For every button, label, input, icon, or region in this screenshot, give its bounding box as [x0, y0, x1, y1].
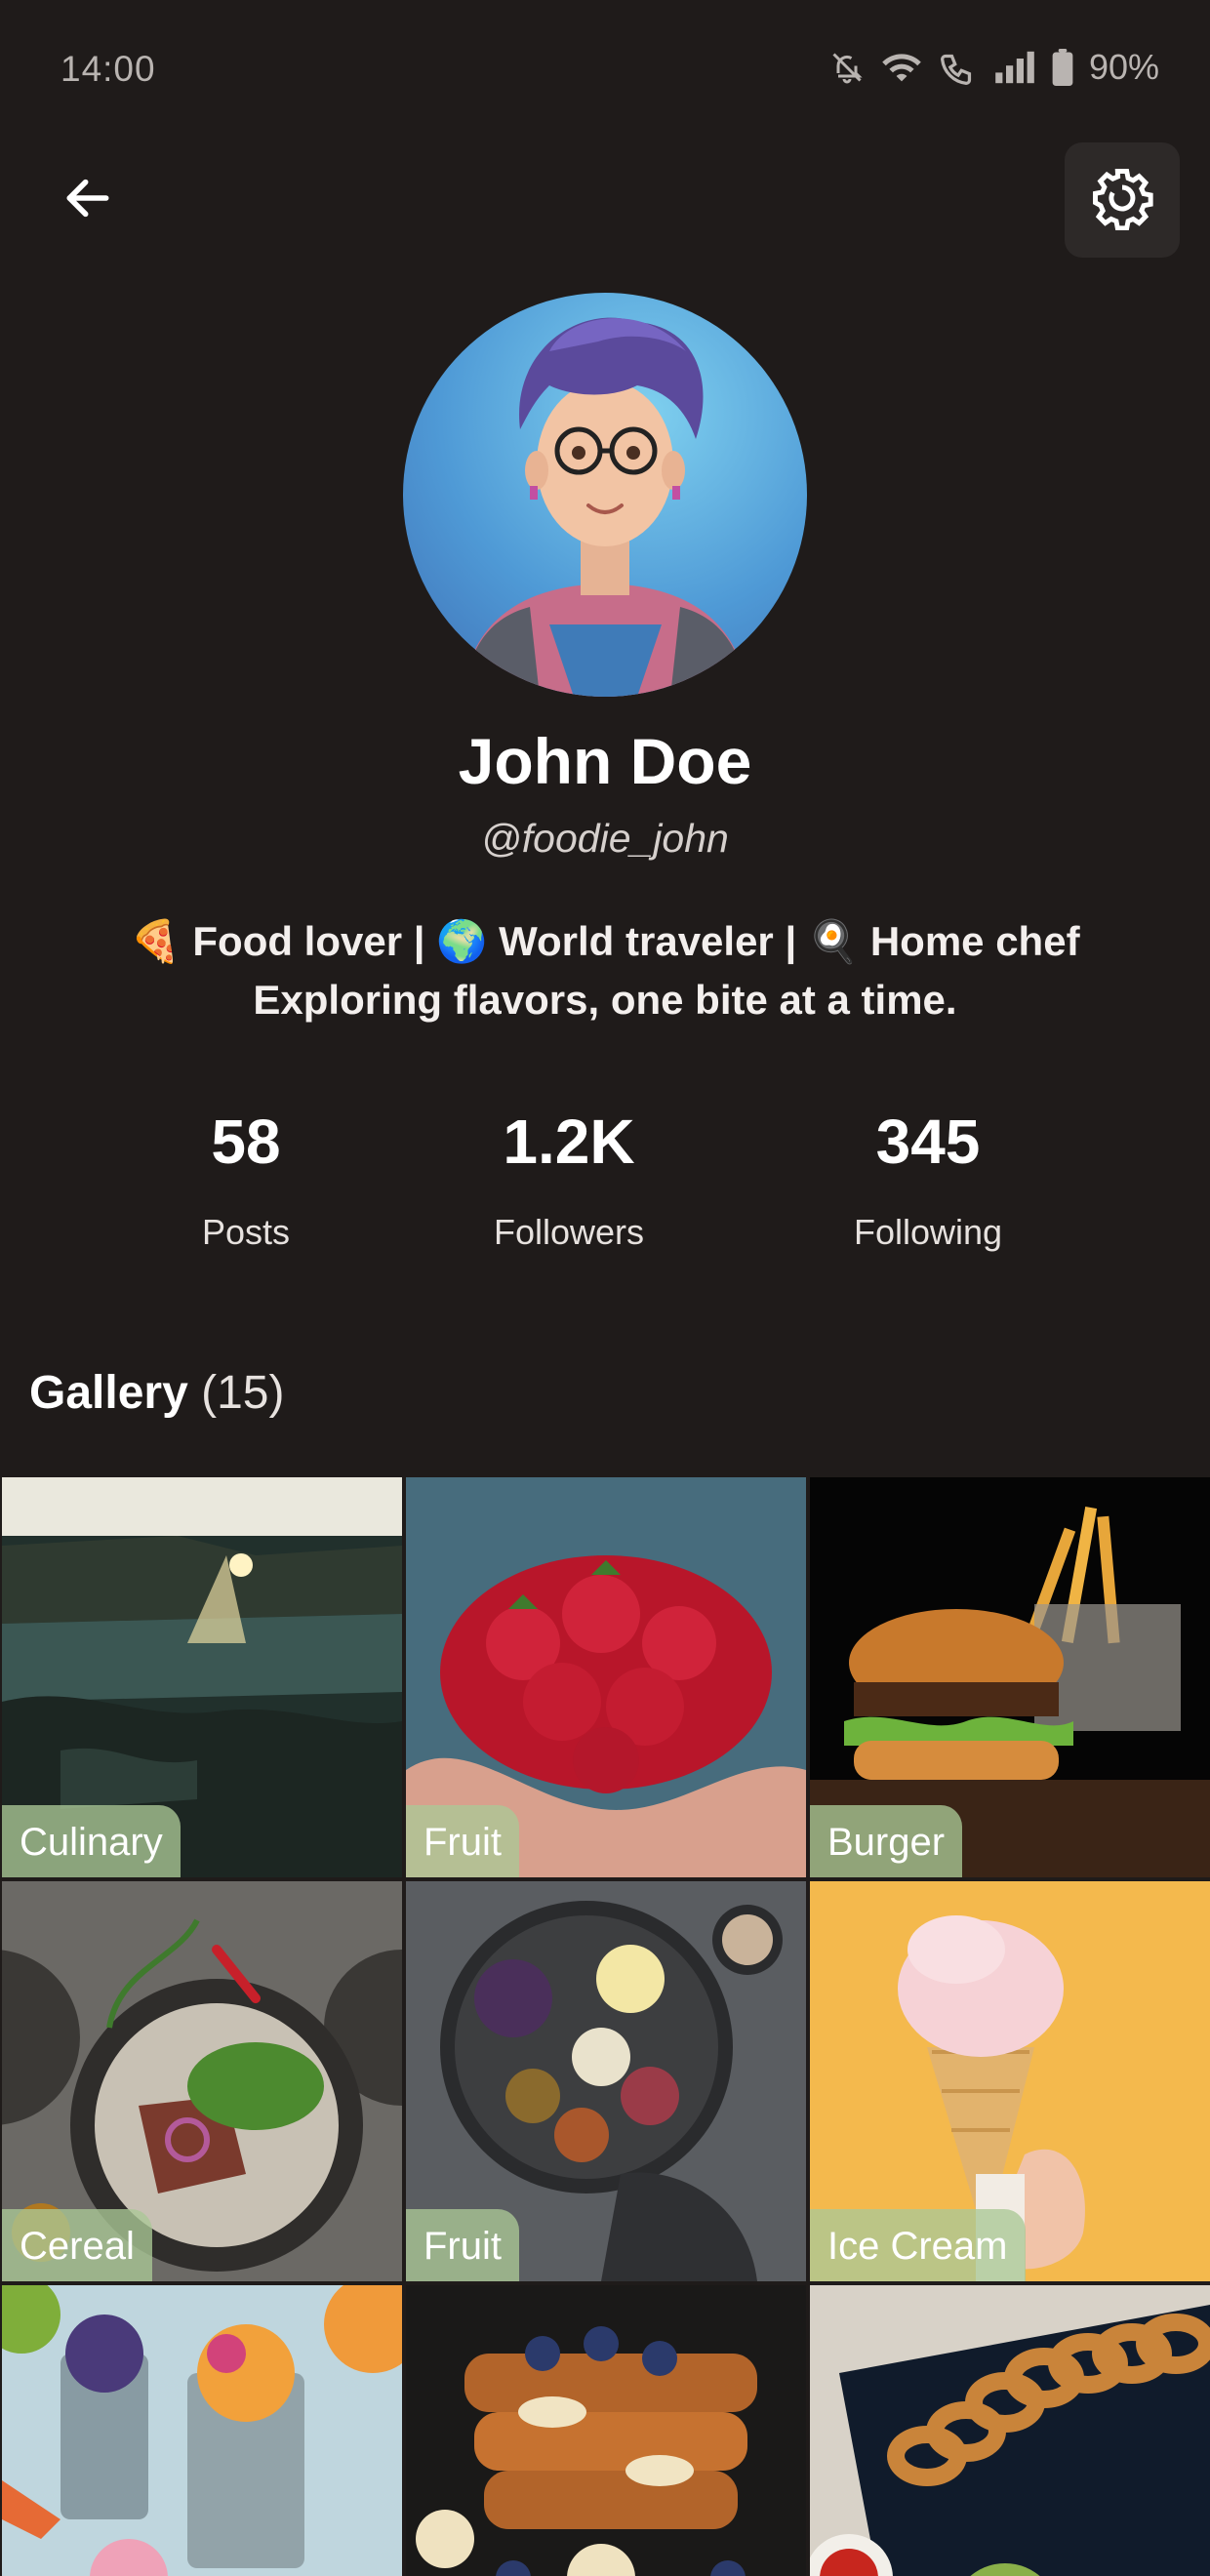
gallery-item-label: Cereal — [2, 2209, 152, 2281]
gallery-item-burger[interactable]: Burger — [810, 1477, 1210, 1877]
profile-name: John Doe — [458, 725, 752, 797]
bio-line-1: 🍕 Food lover | 🌍 World traveler | 🍳 Home… — [0, 912, 1210, 971]
stat-posts-label: Posts — [201, 1212, 291, 1252]
battery-icon — [1052, 49, 1073, 86]
gallery-item-fruit-platter[interactable]: Fruit — [406, 1881, 806, 2281]
bio-text-home-chef: Home chef — [869, 918, 1080, 964]
gallery-grid: Culinary Fruit Burger Cereal Fruit Ice C… — [0, 1475, 1210, 2576]
gallery-title: Gallery (15) — [29, 1366, 284, 1420]
back-button[interactable] — [49, 161, 127, 239]
signal-icon — [993, 50, 1036, 85]
arrow-left-icon — [60, 171, 115, 230]
stat-followers-label: Followers — [493, 1212, 645, 1252]
profile-stats: 58 Posts 1.2K Followers 345 Following — [0, 1103, 1210, 1268]
wifi-icon — [880, 50, 923, 85]
frying-pan-emoji: 🍳 — [807, 917, 860, 965]
status-bar: 14:00 90% — [0, 0, 1210, 146]
status-icons: 90% — [829, 47, 1159, 88]
gallery-item-cereal[interactable]: Cereal — [2, 1881, 402, 2281]
stat-following[interactable]: 345 Following — [782, 1103, 1074, 1253]
wifi-call-icon — [939, 50, 978, 85]
gallery-item-smoothies[interactable] — [2, 2285, 402, 2576]
status-time: 14:00 — [60, 49, 156, 89]
fruit-smoothies-image — [2, 2285, 402, 2576]
gallery-item-onion-rings[interactable] — [810, 2285, 1210, 2576]
stat-following-value: 345 — [875, 1107, 981, 1177]
french-toast-image — [406, 2285, 806, 2576]
gallery-item-culinary[interactable]: Culinary — [2, 1477, 402, 1877]
battery-percent: 90% — [1088, 47, 1159, 87]
pizza-emoji: 🍕 — [130, 917, 182, 965]
gallery-title-text: Gallery — [29, 1367, 188, 1419]
gallery-item-french-toast[interactable] — [406, 2285, 806, 2576]
gallery-item-fruit[interactable]: Fruit — [406, 1477, 806, 1877]
gear-icon — [1090, 166, 1154, 235]
stat-followers[interactable]: 1.2K Followers — [423, 1103, 715, 1253]
gallery-count: (15) — [201, 1367, 285, 1419]
gallery-item-label: Culinary — [2, 1805, 181, 1877]
profile-bio: 🍕 Food lover | 🌍 World traveler | 🍳 Home… — [0, 912, 1210, 1029]
avatar — [403, 293, 807, 697]
stat-followers-value: 1.2K — [503, 1107, 635, 1177]
gallery-item-ice-cream[interactable]: Ice Cream — [810, 1881, 1210, 2281]
bell-off-icon — [829, 50, 865, 85]
gallery-item-label: Fruit — [406, 1805, 519, 1877]
stat-posts-value: 58 — [211, 1107, 281, 1177]
bio-text-world-traveler: World traveler | — [499, 918, 808, 964]
profile-handle: @foodie_john — [481, 816, 729, 861]
gallery-item-label: Burger — [810, 1805, 963, 1877]
onion-rings-image — [810, 2285, 1210, 2576]
globe-emoji: 🌍 — [436, 917, 488, 965]
stat-following-label: Following — [853, 1212, 1003, 1252]
gallery-item-label: Fruit — [406, 2209, 519, 2281]
gallery-item-label: Ice Cream — [810, 2209, 1026, 2281]
settings-button[interactable] — [1065, 142, 1180, 258]
bio-text-food-lover: Food lover | — [192, 918, 437, 964]
bio-line-2: Exploring flavors, one bite at a time. — [253, 977, 957, 1023]
stat-posts[interactable]: 58 Posts — [100, 1103, 392, 1253]
